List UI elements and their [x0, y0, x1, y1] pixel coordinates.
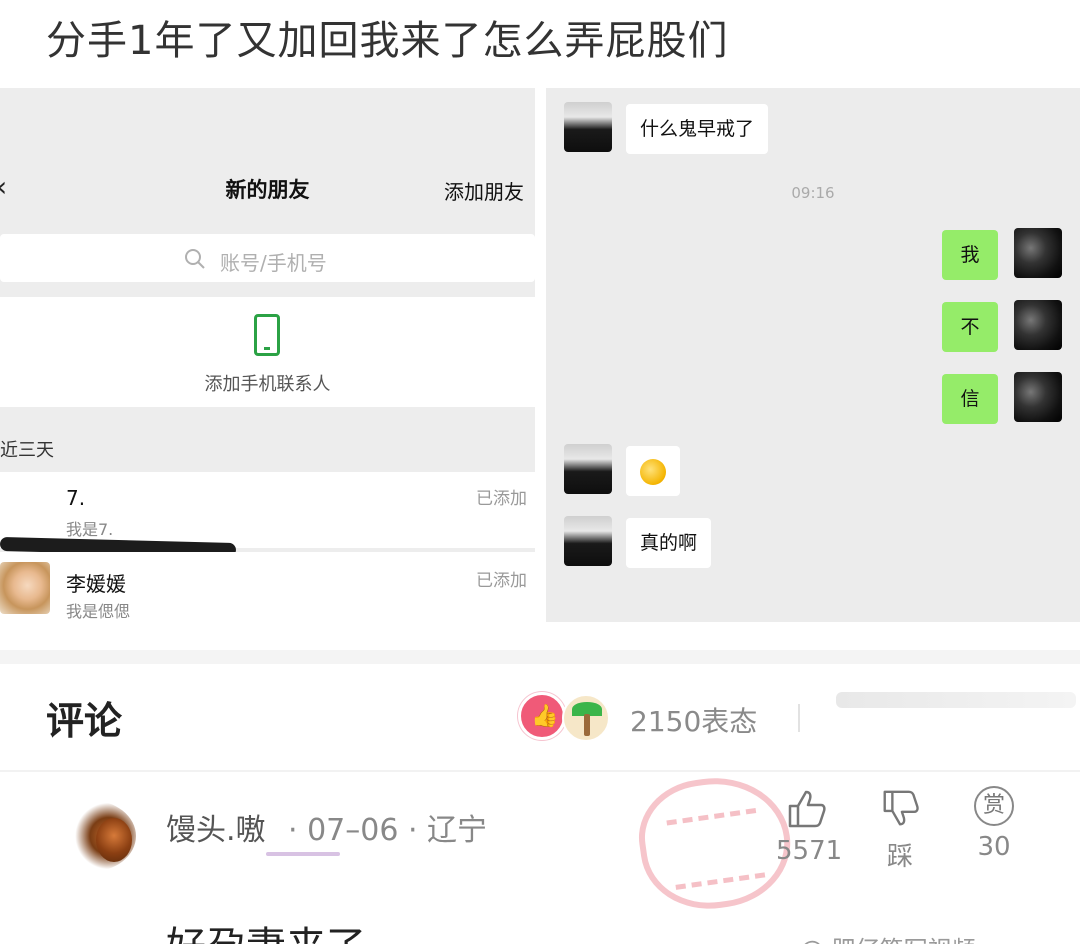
- chat-bubble: 什么鬼早戒了: [626, 104, 769, 154]
- palm-tree-reaction-icon[interactable]: [562, 694, 610, 742]
- avatar: [1014, 372, 1062, 422]
- section-label-recent: 近三天: [0, 440, 54, 461]
- dislike-label: 踩: [886, 842, 913, 872]
- add-friend-button[interactable]: 添加朋友: [444, 176, 524, 205]
- avatar: [564, 516, 612, 566]
- chat-bubble: 真的啊: [626, 518, 712, 568]
- blurred-region: [836, 692, 1076, 708]
- dislike-button[interactable]: 踩: [874, 788, 926, 873]
- section-divider: [0, 650, 1080, 664]
- friend-name: 7.: [66, 486, 86, 510]
- avatar: [564, 444, 612, 494]
- search-placeholder: 账号/手机号: [220, 251, 327, 275]
- chat-bubble: [626, 446, 680, 496]
- comment-text: 好孕妻来了: [166, 914, 366, 944]
- comment-author[interactable]: 馒头.嗷: [166, 805, 266, 849]
- avatar: [0, 480, 50, 532]
- reaction-count[interactable]: 2150表态: [630, 700, 757, 740]
- watermark-text: @ 肥仔笔写视频: [800, 930, 976, 944]
- thumbs-down-icon: [883, 790, 919, 826]
- friend-note: 我是7.: [66, 520, 114, 539]
- chat-timestamp: 09:16: [791, 184, 835, 202]
- chat-bubble: 我: [942, 230, 998, 280]
- comment-meta: · 07–06 · 辽宁: [288, 813, 488, 848]
- phone-icon: [254, 314, 280, 356]
- divider: [0, 770, 1080, 772]
- avatar: [1014, 300, 1062, 350]
- friend-note: 我是偲偲: [66, 602, 131, 621]
- reward-count: 30: [977, 832, 1011, 862]
- thumbs-up-icon: [788, 790, 826, 828]
- add-mobile-contacts-label: 添加手机联系人: [204, 374, 331, 395]
- avatar[interactable]: [44, 800, 136, 872]
- laughing-emoji-icon: [640, 458, 666, 485]
- chat-bubble: 不: [942, 302, 998, 352]
- divider: [798, 704, 800, 732]
- like-button[interactable]: 5571: [776, 786, 843, 866]
- reward-icon: 赏: [974, 786, 1014, 826]
- avatar: [564, 102, 612, 152]
- search-icon: [185, 249, 205, 269]
- avatar: [0, 562, 50, 614]
- thumbs-up-reaction-icon[interactable]: [518, 692, 566, 740]
- stamp-watermark: [631, 768, 799, 918]
- friend-status: 已添加: [476, 489, 527, 509]
- reward-button[interactable]: 赏 30: [966, 786, 1022, 862]
- avatar: [1014, 228, 1062, 278]
- chat-bubble: 信: [942, 374, 998, 424]
- like-count: 5571: [776, 836, 843, 866]
- post-title: 分手1年了又加回我来了怎么弄屁股们: [46, 18, 729, 64]
- friend-name: 李媛媛: [66, 572, 126, 596]
- friend-status: 已添加: [476, 571, 527, 591]
- comments-heading: 评论: [46, 699, 123, 743]
- decorative-underline: [266, 852, 340, 856]
